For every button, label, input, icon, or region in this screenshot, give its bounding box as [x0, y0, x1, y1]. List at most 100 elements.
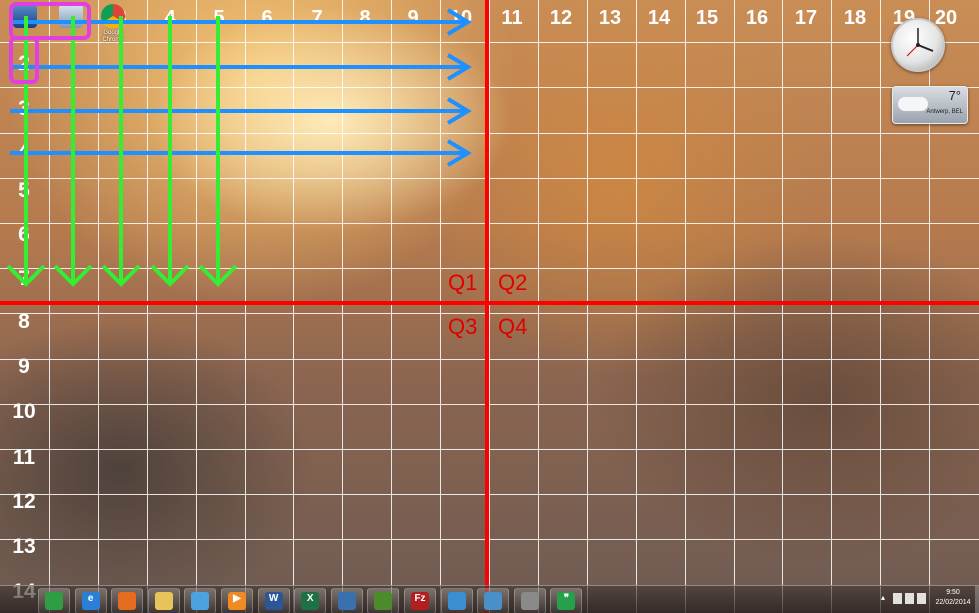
- column-number: 15: [695, 7, 719, 29]
- column-number: 6: [261, 7, 273, 29]
- cloud-icon: [898, 97, 928, 111]
- grid-line-vertical: [98, 0, 99, 613]
- taskbar-date: 22/02/2014: [935, 599, 971, 606]
- grid-line-horizontal: [0, 223, 979, 224]
- row-number: 7: [18, 267, 30, 290]
- taskbar-time: 9:50: [946, 589, 960, 596]
- column-number: 18: [843, 7, 867, 29]
- row-number: 4: [18, 140, 30, 163]
- desktop-icon-chrome[interactable]: Google Chrome: [94, 4, 132, 50]
- quadrant-label-q1: Q1: [448, 270, 478, 295]
- messenger-icon: [191, 592, 210, 610]
- grid-line-vertical: [587, 0, 588, 613]
- grid-line-vertical: [636, 0, 637, 613]
- quadrant-label-q3: Q3: [448, 314, 478, 339]
- analog-clock-icon: [906, 28, 934, 57]
- row-number: 9: [18, 355, 30, 378]
- desktop-icon-recycle-bin[interactable]: [52, 4, 90, 50]
- column-number: 8: [359, 7, 371, 29]
- taskbar-app-database-tool[interactable]: [513, 588, 546, 613]
- column-number: 17: [794, 7, 818, 29]
- desktop-icon-computer[interactable]: [6, 4, 44, 50]
- grid-line-horizontal: [0, 404, 979, 405]
- taskbar-app-firefox[interactable]: [111, 588, 144, 613]
- row-number: 12: [12, 490, 36, 513]
- chrome-icon: [101, 4, 125, 28]
- quadrant-label-q2: Q2: [498, 270, 528, 295]
- taskbar-app-glyph: ▶: [233, 593, 241, 604]
- desktop-icon-caption: Google Chrome: [102, 30, 124, 43]
- grid-line-horizontal: [0, 133, 979, 134]
- task-manager-icon: [337, 592, 356, 610]
- grid-line-horizontal: [0, 494, 979, 495]
- taskbar-app-glyph: X: [306, 593, 314, 604]
- row-number: 13: [12, 535, 36, 558]
- chrome-icon: [45, 592, 63, 610]
- computer-icon: [13, 4, 37, 28]
- quadrant-label-q4: Q4: [498, 314, 528, 339]
- taskbar-app-glyph: e: [87, 593, 94, 604]
- grid-line-vertical: [538, 0, 539, 613]
- weather-temperature: 7°: [948, 88, 961, 103]
- grid-line-vertical: [293, 0, 294, 613]
- grid-line-horizontal: [0, 42, 979, 43]
- taskbar-app-file-explorer[interactable]: [147, 588, 180, 613]
- desktop-wallpaper: 1234567891011121314151617181920 23456789…: [0, 0, 979, 613]
- taskbar-clock[interactable]: 9:50 22/02/2014: [931, 588, 975, 608]
- column-number: 10: [449, 7, 473, 29]
- taskbar-app-glyph: W: [268, 593, 279, 604]
- grid-line-vertical: [245, 0, 246, 613]
- column-number: 5: [213, 7, 225, 29]
- grid-line-vertical: [880, 0, 881, 613]
- row-arrow-2-head: [446, 53, 472, 81]
- taskbar-app-media-player[interactable]: ▶: [221, 588, 253, 613]
- taskbar-app-messenger[interactable]: [184, 588, 217, 613]
- network-icon[interactable]: [905, 593, 914, 604]
- tray-overflow-icon[interactable]: ▴: [881, 593, 890, 604]
- weather-gadget[interactable]: 7° Antwerp, BEL: [892, 86, 968, 124]
- taskbar-app-task-manager[interactable]: [330, 588, 363, 613]
- flag-icon[interactable]: [893, 593, 902, 604]
- taskbar-app-excel[interactable]: X: [294, 588, 327, 613]
- grid-line-horizontal: [0, 359, 979, 360]
- taskbar-app-hangouts[interactable]: ❞: [550, 588, 583, 613]
- taskbar: e ▶ W X Fz ❞ ▴ 9:50 22/02/2014: [0, 585, 979, 613]
- column-number: 16: [745, 7, 769, 29]
- clock-gadget[interactable]: [891, 18, 945, 72]
- taskbar-app-chrome[interactable]: [38, 588, 70, 613]
- grid-line-horizontal: [0, 178, 979, 179]
- recycle-bin-icon: [59, 4, 83, 28]
- firefox-icon: [118, 592, 137, 610]
- volume-icon[interactable]: [917, 593, 926, 604]
- project-icon: [374, 592, 393, 610]
- grid-line-vertical: [49, 0, 50, 613]
- visual-studio-icon: [447, 592, 466, 610]
- taskbar-app-remote-desktop[interactable]: [477, 588, 510, 613]
- row-number: 10: [12, 400, 36, 423]
- column-number: 4: [164, 7, 176, 29]
- grid-line-vertical: [489, 0, 490, 613]
- grid-line-vertical: [734, 0, 735, 613]
- taskbar-app-filezilla[interactable]: Fz: [404, 588, 436, 613]
- row-number: 2: [18, 52, 30, 75]
- taskbar-app-internet-explorer[interactable]: e: [74, 588, 107, 613]
- system-tray[interactable]: ▴: [881, 593, 935, 607]
- row-number: 8: [18, 310, 30, 333]
- taskbar-app-project[interactable]: [367, 588, 400, 613]
- taskbar-app-glyph: ❞: [563, 593, 570, 604]
- taskbar-app-word[interactable]: W: [257, 588, 290, 613]
- grid-line-vertical: [391, 0, 392, 613]
- row-number: 5: [18, 179, 30, 202]
- column-number: 9: [407, 7, 419, 29]
- taskbar-app-visual-studio[interactable]: [440, 588, 473, 613]
- grid-line-vertical: [196, 0, 197, 613]
- file-explorer-icon: [154, 592, 173, 610]
- grid-line-vertical: [782, 0, 783, 613]
- show-desktop-button[interactable]: [975, 586, 979, 613]
- grid-line-horizontal: [0, 87, 979, 88]
- grid-line-horizontal: [0, 313, 979, 314]
- remote-desktop-icon: [484, 592, 503, 610]
- column-number: 11: [501, 7, 523, 29]
- grid-line-vertical: [440, 0, 441, 613]
- grid-line-horizontal: [0, 449, 979, 450]
